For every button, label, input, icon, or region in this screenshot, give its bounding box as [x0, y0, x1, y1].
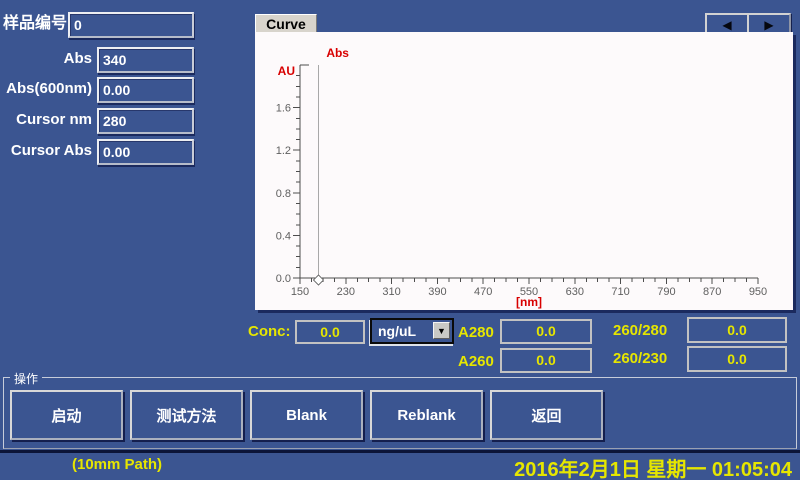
- spectrum-chart-svg: 0.00.40.81.21.61502303103904705506307107…: [255, 32, 793, 310]
- ratio-260-280-value-box: 0.0: [687, 317, 787, 343]
- sample-id-value: 0: [74, 17, 82, 33]
- svg-text:0.8: 0.8: [276, 188, 291, 200]
- return-button[interactable]: 返回: [490, 390, 603, 440]
- blank-button[interactable]: Blank: [250, 390, 363, 440]
- cursor-nm-value: 280: [103, 113, 126, 129]
- svg-text:AU: AU: [278, 64, 295, 78]
- conc-value: 0.0: [320, 324, 339, 340]
- a260-label: A260: [458, 350, 494, 374]
- a260-value: 0.0: [536, 352, 555, 368]
- ratio-260-230-value-box: 0.0: [687, 346, 787, 372]
- cursor-abs-value: 0.00: [103, 144, 130, 160]
- start-button[interactable]: 启动: [10, 390, 123, 440]
- path-length-label: (10mm Path): [72, 456, 162, 473]
- ratio-260-280-value: 0.0: [727, 322, 746, 338]
- svg-text:790: 790: [657, 286, 675, 298]
- a280-value: 0.0: [536, 323, 555, 339]
- svg-text:950: 950: [749, 286, 767, 298]
- ratio-260-230-label: 260/230: [613, 347, 667, 371]
- svg-text:0.0: 0.0: [276, 273, 291, 285]
- spectrum-chart[interactable]: 0.00.40.81.21.61502303103904705506307107…: [255, 32, 793, 310]
- abs600-value: 0.00: [103, 82, 130, 98]
- cursor-nm-label: Cursor nm: [0, 108, 92, 132]
- a260-value-box: 0.0: [500, 348, 592, 373]
- ratio-260-230-value: 0.0: [727, 351, 746, 367]
- svg-text:710: 710: [611, 286, 629, 298]
- abs-wavelength-value: 340: [103, 52, 126, 68]
- a280-label: A280: [458, 321, 494, 345]
- cursor-nm-input[interactable]: 280: [97, 108, 194, 134]
- abs-wavelength-label: Abs: [0, 47, 92, 71]
- conc-label: Conc:: [248, 320, 291, 344]
- abs600-input[interactable]: 0.00: [97, 77, 194, 103]
- sample-id-input[interactable]: 0: [68, 12, 194, 38]
- svg-text:230: 230: [337, 286, 355, 298]
- abs600-label: Abs(600nm): [0, 77, 92, 101]
- svg-text:390: 390: [428, 286, 446, 298]
- ratio-260-280-label: 260/280: [613, 319, 667, 343]
- operations-buttons: 启动 测试方法 Blank Reblank 返回: [10, 390, 603, 440]
- reblank-button[interactable]: Reblank: [370, 390, 483, 440]
- svg-text:150: 150: [291, 286, 309, 298]
- cursor-abs-label: Cursor Abs: [0, 139, 92, 163]
- conc-value-box: 0.0: [295, 320, 365, 344]
- unit-dropdown[interactable]: ng/uL ▼: [370, 318, 454, 344]
- svg-text:Abs: Abs: [326, 46, 349, 60]
- test-method-button[interactable]: 测试方法: [130, 390, 243, 440]
- svg-text:1.6: 1.6: [276, 103, 291, 115]
- svg-text:470: 470: [474, 286, 492, 298]
- svg-text:0.4: 0.4: [276, 230, 291, 242]
- abs-wavelength-input[interactable]: 340: [97, 47, 194, 73]
- operations-legend: 操作: [10, 370, 42, 387]
- left-arrow-icon: ◀: [722, 18, 731, 32]
- datetime-display: 2016年2月1日 星期一 01:05:04: [514, 453, 792, 480]
- svg-text:1.2: 1.2: [276, 145, 291, 157]
- unit-selected: ng/uL: [378, 323, 416, 339]
- svg-text:870: 870: [703, 286, 721, 298]
- a280-value-box: 0.0: [500, 319, 592, 344]
- dropdown-arrow-icon[interactable]: ▼: [433, 322, 450, 339]
- svg-text:[nm]: [nm]: [516, 295, 542, 309]
- svg-text:310: 310: [382, 286, 400, 298]
- tab-curve[interactable]: Curve: [255, 14, 317, 33]
- svg-text:630: 630: [566, 286, 584, 298]
- cursor-abs-input[interactable]: 0.00: [97, 139, 194, 165]
- sample-id-label: 样品编号: [3, 12, 67, 36]
- instrument-screen: 样品编号 0 Abs 340 Abs(600nm) 0.00 Cursor nm…: [0, 0, 800, 480]
- right-arrow-icon: ▶: [764, 18, 773, 32]
